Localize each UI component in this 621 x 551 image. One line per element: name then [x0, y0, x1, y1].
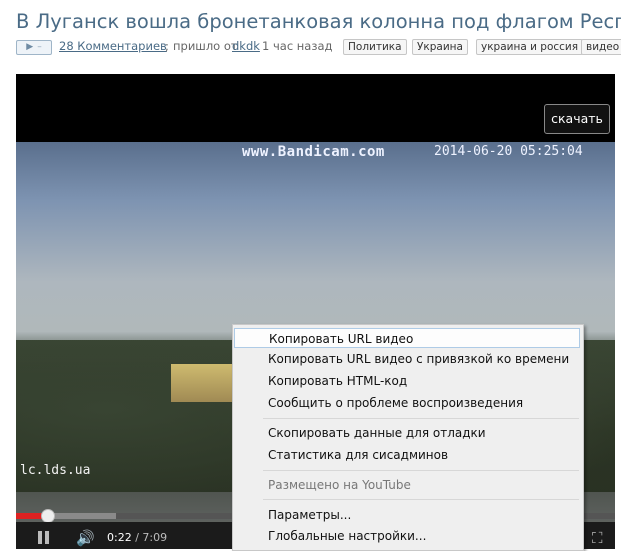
building	[171, 364, 233, 402]
article-meta: ▶ – 28 Комментариев ; пришло от dkdk 1 ча…	[16, 39, 621, 57]
post-time: 1 час назад	[262, 39, 333, 53]
menu-item-report-playback[interactable]: Сообщить о проблеме воспроизведения	[234, 393, 580, 413]
timestamp-overlay: 2014-06-20 05:25:04	[434, 144, 583, 159]
menu-separator	[263, 418, 579, 419]
menu-item-hosted-on-youtube: Размещено на YouTube	[268, 478, 411, 492]
tag-video[interactable]: видео	[581, 39, 621, 55]
posted-by-label: пришло от	[173, 39, 238, 53]
meta-separator: ;	[165, 39, 169, 53]
volume-icon[interactable]: 🔊	[76, 529, 95, 547]
menu-item-stats[interactable]: Статистика для сисадминов	[234, 445, 580, 465]
comments-link[interactable]: 28 Комментариев	[59, 39, 167, 53]
menu-item-copy-url[interactable]: Копировать URL видео	[234, 328, 580, 348]
current-time: 0:22	[107, 531, 132, 544]
page-title[interactable]: В Луганск вошла бронетанковая колонна по…	[16, 10, 621, 33]
play-icon: ▶	[26, 42, 34, 52]
menu-item-settings[interactable]: Параметры...	[234, 505, 580, 525]
context-menu: Копировать URL видео Копировать URL виде…	[232, 324, 584, 551]
pause-button[interactable]	[38, 531, 49, 544]
download-button[interactable]: скачать	[544, 104, 610, 134]
bandicam-watermark: www.Bandicam.com	[242, 144, 385, 160]
menu-separator	[263, 499, 579, 500]
tag-ukraine-russia[interactable]: украина и россия	[476, 39, 584, 55]
time-display: 0:22 / 7:09	[107, 531, 167, 544]
tag-politics[interactable]: Политика	[343, 39, 407, 55]
menu-separator	[263, 470, 579, 471]
menu-item-copy-html[interactable]: Копировать HTML-код	[234, 371, 580, 391]
duration: / 7:09	[135, 531, 168, 544]
minus-icon: –	[37, 42, 42, 52]
author-link[interactable]: dkdk	[232, 39, 260, 53]
menu-item-global-settings[interactable]: Глобальные настройки...	[234, 526, 580, 546]
menu-item-copy-url-time[interactable]: Копировать URL видео с привязкой ко врем…	[234, 349, 580, 369]
fullscreen-icon[interactable]: ⛶	[592, 529, 603, 547]
audio-player-button[interactable]: ▶ –	[16, 40, 52, 55]
pause-icon	[38, 531, 42, 544]
menu-item-copy-debug[interactable]: Скопировать данные для отладки	[234, 423, 580, 443]
tag-ukraine[interactable]: Украина	[412, 39, 468, 55]
source-watermark: lc.lds.ua	[20, 463, 91, 478]
scrubber-handle[interactable]	[40, 509, 55, 523]
